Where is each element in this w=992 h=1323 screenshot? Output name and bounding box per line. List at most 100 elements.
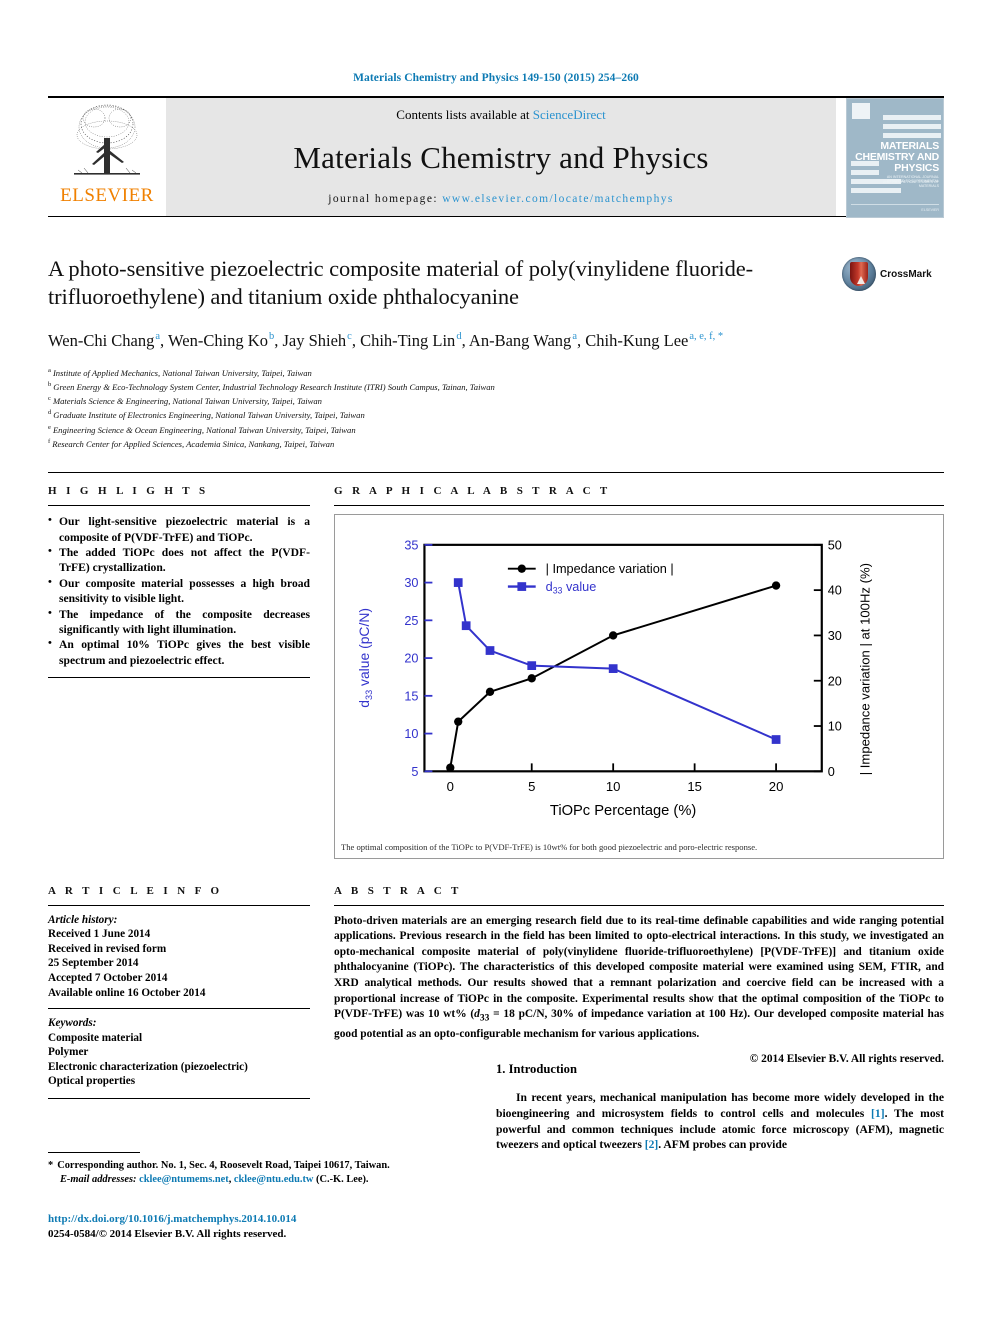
list-item: The impedance of the composite decreases… xyxy=(48,606,310,638)
svg-text:0: 0 xyxy=(447,779,454,794)
cover-bar xyxy=(883,133,941,138)
citation-ref-2[interactable]: [2] xyxy=(645,1138,659,1151)
svg-text:5: 5 xyxy=(528,779,535,794)
author-item: Wen-Chi Changa, xyxy=(48,331,168,350)
affiliation-item: a Institute of Applied Mechanics, Nationa… xyxy=(48,365,944,379)
corresponding-author-footnote: * Corresponding author. No. 1, Sec. 4, Ro… xyxy=(48,1152,468,1186)
masthead-bottom-rule xyxy=(48,216,944,217)
journal-cover-block: MATERIALS CHEMISTRY AND PHYSICS AN INTER… xyxy=(836,98,944,218)
author-sep: , xyxy=(576,330,586,350)
highlights-bottom-rule xyxy=(48,677,310,679)
svg-text:0: 0 xyxy=(828,764,835,779)
introduction-paragraph: In recent years, mechanical manipulation… xyxy=(496,1090,944,1153)
graphical-abstract-column: G R A P H I C A L A B S T R A C T 5 10 1… xyxy=(310,485,944,859)
footnote-email-suffix: (C.-K. Lee). xyxy=(313,1173,369,1185)
article-history-item: Received 1 June 2014 xyxy=(48,928,151,941)
elsevier-logo: ELSEVIER xyxy=(48,98,166,216)
author-item: Chih-Ting Lind, xyxy=(360,331,469,350)
contents-line: Contents lists available at ScienceDirec… xyxy=(396,107,605,123)
journal-cover-image: MATERIALS CHEMISTRY AND PHYSICS AN INTER… xyxy=(846,98,944,218)
sciencedirect-link[interactable]: ScienceDirect xyxy=(533,107,606,122)
elsevier-tree-icon xyxy=(74,104,140,175)
affiliation-list: a Institute of Applied Mechanics, Nationa… xyxy=(48,365,944,451)
article-history: Article history: Received 1 June 2014 Re… xyxy=(48,913,310,1001)
abstract-text: Photo-driven materials are an emerging r… xyxy=(334,914,944,1068)
running-head: Materials Chemistry and Physics 149-150 … xyxy=(353,72,639,84)
author-affil-mark: a, e, f, * xyxy=(689,331,724,342)
graphical-abstract-caption: The optimal composition of the TiOPc to … xyxy=(341,841,758,852)
article-info-rule xyxy=(48,904,310,906)
svg-text:25: 25 xyxy=(404,613,418,628)
masthead-center: Contents lists available at ScienceDirec… xyxy=(166,98,836,216)
introduction-section: 1. Introduction In recent years, mechani… xyxy=(496,1062,944,1153)
title-area: A photo-sensitive piezoelectric composit… xyxy=(48,255,944,311)
svg-text:40: 40 xyxy=(828,583,842,598)
author-list: Wen-Chi Changa, Wen-Ching Kob, Jay Shieh… xyxy=(48,325,944,352)
svg-text:5: 5 xyxy=(411,764,418,779)
svg-text:35: 35 xyxy=(404,538,418,553)
author-item: Chih-Kung Leea, e, f, * xyxy=(585,331,723,350)
keyword-item: Electronic characterization (piezoelectr… xyxy=(48,1060,248,1073)
affiliation-text: Engineering Science & Ocean Engineering,… xyxy=(52,424,356,435)
article-history-item: 25 September 2014 xyxy=(48,957,139,970)
author-item: An-Bang Wanga, xyxy=(469,331,585,350)
affiliation-item: e Engineering Science & Ocean Engineering… xyxy=(48,422,944,436)
crossmark-badge[interactable]: CrossMark xyxy=(842,255,944,291)
page-title: A photo-sensitive piezoelectric composit… xyxy=(48,256,754,309)
author-sep: , xyxy=(461,330,469,350)
highlights-and-graphical-abstract: H I G H L I G H T S Our light-sensitive … xyxy=(48,485,944,859)
doi-link[interactable]: http://dx.doi.org/10.1016/j.matchemphys.… xyxy=(48,1212,468,1227)
citation-ref-1[interactable]: [1] xyxy=(871,1107,885,1120)
elsevier-wordmark: ELSEVIER xyxy=(60,185,154,206)
svg-text:20: 20 xyxy=(404,651,418,666)
footnote-star: * xyxy=(48,1160,54,1171)
journal-masthead: ELSEVIER Contents lists available at Sci… xyxy=(48,98,944,218)
crossmark-icon xyxy=(842,257,876,291)
homepage-url-link[interactable]: www.elsevier.com/locate/matchemphys xyxy=(442,193,674,205)
email-link-2[interactable]: cklee@ntu.edu.tw xyxy=(234,1174,314,1185)
affiliation-item: c Materials Science & Engineering, Nation… xyxy=(48,393,944,407)
chart-legend: | Impedance variation | d33 value xyxy=(507,561,674,596)
highlights-rule xyxy=(48,505,310,507)
homepage-prefix: journal homepage: xyxy=(328,193,443,205)
article-history-item: Accepted 7 October 2014 xyxy=(48,971,168,984)
graphical-abstract-figure: 5 10 15 20 25 30 35 d33 value (pC/N) 0 1… xyxy=(334,514,944,859)
svg-text:10: 10 xyxy=(828,719,842,734)
abstract-part-1: Photo-driven materials are an emerging r… xyxy=(334,914,944,1021)
svg-text:20: 20 xyxy=(769,779,784,794)
cover-elsevier-icon xyxy=(852,103,870,119)
email-link-1[interactable]: cklee@ntumems.net xyxy=(139,1174,229,1185)
svg-text:15: 15 xyxy=(404,688,418,703)
intro-text-3: . AFM probes can provide xyxy=(658,1138,787,1152)
affiliation-text: Green Energy & Eco-Technology System Cen… xyxy=(53,381,495,392)
paper-page: Materials Chemistry and Physics 149-150 … xyxy=(0,0,992,1323)
svg-text:30: 30 xyxy=(828,628,842,643)
journal-homepage-line: journal homepage: www.elsevier.com/locat… xyxy=(328,193,674,205)
keyword-item: Optical properties xyxy=(48,1075,136,1088)
contents-prefix: Contents lists available at xyxy=(396,107,533,122)
keywords-top-rule xyxy=(48,1008,310,1010)
author-name: An-Bang Wang xyxy=(468,330,572,350)
keyword-item: Polymer xyxy=(48,1046,89,1059)
affiliation-item: d Graduate Institute of Electronics Engin… xyxy=(48,407,944,421)
graphical-abstract-heading: G R A P H I C A L A B S T R A C T xyxy=(334,485,611,498)
cover-bar xyxy=(883,115,941,120)
introduction-heading: 1. Introduction xyxy=(496,1062,577,1076)
footnote-rule xyxy=(48,1152,140,1153)
author-item: Wen-Ching Kob, xyxy=(168,331,282,350)
affiliation-text: Research Center for Applied Sciences, Ac… xyxy=(52,438,335,449)
svg-text:| Impedance variation | at 100: | Impedance variation | at 100Hz (%) xyxy=(857,563,872,775)
list-item: An optimal 10% TiOPc gives the best visi… xyxy=(48,636,310,668)
article-info-column: A R T I C L E I N F O Article history: R… xyxy=(48,885,310,1100)
author-item: Jay Shiehc, xyxy=(282,331,360,350)
footnote-text: * Corresponding author. No. 1, Sec. 4, Ro… xyxy=(48,1159,468,1186)
doi-block: http://dx.doi.org/10.1016/j.matchemphys.… xyxy=(48,1212,468,1242)
cover-bar xyxy=(883,124,941,129)
article-history-item: Available online 16 October 2014 xyxy=(48,986,206,999)
list-item: Our light-sensitive piezoelectric materi… xyxy=(48,513,310,545)
affiliation-text: Graduate Institute of Electronics Engine… xyxy=(53,410,365,421)
svg-text:20: 20 xyxy=(828,673,842,688)
keyword-item: Composite material xyxy=(48,1031,143,1044)
abstract-d-subscript: 33 xyxy=(479,1013,490,1024)
svg-text:| Impedance variation |: | Impedance variation | xyxy=(546,561,674,576)
